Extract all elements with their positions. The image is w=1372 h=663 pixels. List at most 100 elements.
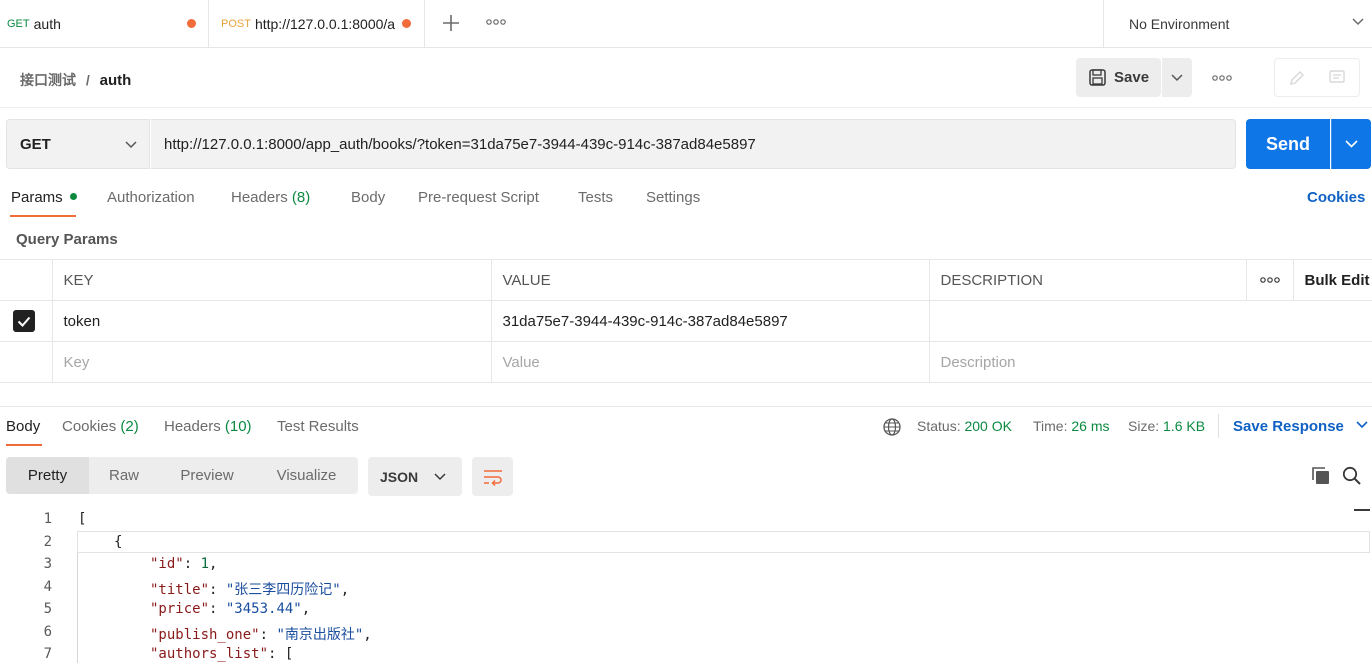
breadcrumb-collection[interactable]: 接口测试 bbox=[20, 72, 76, 88]
save-label: Save bbox=[1114, 69, 1150, 86]
cookies-link[interactable]: Cookies bbox=[1307, 189, 1365, 206]
headers-count: (10) bbox=[224, 418, 252, 435]
code-line: "price": "3453.44", bbox=[150, 601, 311, 617]
method-select[interactable]: GET bbox=[6, 119, 150, 169]
json-value: [ bbox=[284, 646, 294, 662]
line-number: 1 bbox=[43, 511, 52, 527]
url-input[interactable]: http://127.0.0.1:8000/app_auth/books/?to… bbox=[151, 119, 1236, 169]
save-button[interactable]: Save bbox=[1076, 58, 1161, 97]
column-description: DESCRIPTION bbox=[928, 259, 1247, 301]
globe-icon[interactable] bbox=[883, 418, 901, 436]
method-value: GET bbox=[20, 135, 51, 153]
query-params-title: Query Params bbox=[16, 231, 118, 248]
breadcrumb-separator: / bbox=[85, 72, 90, 88]
request-header: 接口测试 / auth Save bbox=[0, 48, 1372, 108]
code-line: "authors_list": [ bbox=[150, 646, 294, 662]
time-value: 26 ms bbox=[1071, 418, 1110, 434]
code-line: [ bbox=[78, 511, 87, 527]
column-options[interactable] bbox=[1245, 259, 1294, 301]
unsaved-dot-icon bbox=[402, 19, 411, 28]
more-options-icon[interactable] bbox=[1212, 74, 1232, 82]
table-header-row: KEY VALUE DESCRIPTION Bulk Edit bbox=[0, 259, 1372, 301]
response-tab-test-results[interactable]: Test Results bbox=[277, 418, 359, 435]
tab-headers[interactable]: Headers (8) bbox=[231, 189, 310, 206]
new-description-field[interactable]: Description bbox=[928, 341, 1372, 383]
status-label: Status: bbox=[917, 418, 961, 434]
tab-tests[interactable]: Tests bbox=[578, 189, 613, 206]
send-dropdown-button[interactable] bbox=[1331, 119, 1371, 169]
table-row-empty: Key Value Description bbox=[0, 341, 1372, 383]
bulk-edit-button[interactable]: Bulk Edit bbox=[1292, 259, 1372, 301]
view-mode-visualize[interactable]: Visualize bbox=[255, 457, 358, 494]
new-key-field[interactable]: Key bbox=[51, 341, 492, 383]
environment-label: No Environment bbox=[1129, 15, 1230, 32]
chevron-down-icon bbox=[1345, 140, 1358, 148]
code-line: { bbox=[114, 533, 123, 550]
active-tab-indicator bbox=[6, 444, 42, 446]
tab-settings[interactable]: Settings bbox=[646, 189, 700, 206]
send-button[interactable]: Send bbox=[1246, 119, 1330, 169]
json-key: "id" bbox=[150, 556, 184, 572]
tab-authorization[interactable]: Authorization bbox=[107, 189, 195, 206]
more-options-icon[interactable] bbox=[1247, 276, 1293, 284]
tab-params[interactable]: Params bbox=[11, 189, 77, 206]
more-tabs-icon[interactable] bbox=[486, 18, 506, 26]
param-value-field[interactable]: 31da75e7-3944-439c-914c-387ad84e5897 bbox=[490, 300, 930, 342]
divider bbox=[0, 406, 1372, 407]
line-number: 2 bbox=[43, 533, 52, 550]
tab-label: http://127.0.0.1:8000/a bbox=[254, 15, 395, 32]
chevron-down-icon bbox=[434, 473, 446, 481]
param-enabled-checkbox[interactable] bbox=[13, 310, 35, 332]
status-text: Status: 200 OK bbox=[917, 418, 1012, 434]
view-mode-preview[interactable]: Preview bbox=[159, 457, 255, 494]
param-description-field[interactable] bbox=[928, 300, 1372, 342]
environment-selector[interactable]: No Environment bbox=[1103, 0, 1372, 47]
size-label: Size: bbox=[1128, 418, 1160, 434]
current-line-highlight bbox=[77, 531, 1370, 553]
time-text: Time: 26 ms bbox=[1033, 418, 1110, 434]
chevron-down-icon bbox=[1356, 421, 1368, 429]
json-value: "3453.44" bbox=[225, 601, 302, 617]
json-value: "张三李四历险记" bbox=[225, 581, 341, 598]
tab-params-label: Params bbox=[11, 189, 63, 206]
line-number: 7 bbox=[43, 646, 52, 662]
response-tab-body[interactable]: Body bbox=[6, 418, 40, 435]
response-tab-headers[interactable]: Headers (10) bbox=[164, 418, 252, 435]
response-tab-cookies[interactable]: Cookies (2) bbox=[62, 418, 139, 435]
size-text: Size: 1.6 KB bbox=[1128, 418, 1205, 434]
comment-icon[interactable] bbox=[1328, 69, 1346, 87]
response-tab-cookies-label: Cookies bbox=[62, 418, 117, 435]
new-tab-plus-icon[interactable] bbox=[442, 14, 460, 32]
tab-body[interactable]: Body bbox=[351, 189, 385, 206]
active-dot-icon bbox=[69, 193, 77, 200]
scrollbar-thumb[interactable] bbox=[1354, 509, 1370, 511]
active-tab-indicator bbox=[10, 215, 76, 217]
line-number: 6 bbox=[43, 623, 52, 640]
view-mode-pretty[interactable]: Pretty bbox=[6, 457, 89, 494]
format-select[interactable]: JSON bbox=[368, 457, 462, 496]
json-key: "price" bbox=[150, 601, 210, 617]
edit-pencil-icon[interactable] bbox=[1288, 69, 1306, 87]
breadcrumb-request[interactable]: auth bbox=[100, 72, 132, 89]
method-label: GET bbox=[7, 17, 30, 30]
chevron-down-icon bbox=[125, 141, 137, 149]
tab-prerequest-script[interactable]: Pre-request Script bbox=[418, 189, 539, 206]
status-value: 200 OK bbox=[964, 418, 1012, 434]
wrap-lines-icon bbox=[483, 468, 503, 486]
save-response-button[interactable]: Save Response bbox=[1233, 418, 1368, 435]
column-key: KEY bbox=[51, 259, 492, 301]
request-tab-auth[interactable]: GET auth bbox=[0, 0, 209, 47]
search-icon[interactable] bbox=[1342, 466, 1361, 485]
save-dropdown-button[interactable] bbox=[1162, 58, 1192, 97]
param-key-field[interactable]: token bbox=[51, 300, 492, 342]
new-value-field[interactable]: Value bbox=[490, 341, 930, 383]
code-line: "publish_one": "南京出版社", bbox=[150, 626, 372, 643]
table-row: token 31da75e7-3944-439c-914c-387ad84e58… bbox=[0, 300, 1372, 342]
request-tab-post[interactable]: POST http://127.0.0.1:8000/a bbox=[214, 0, 425, 47]
json-key: "title" bbox=[150, 581, 210, 598]
view-mode-raw[interactable]: Raw bbox=[89, 457, 159, 494]
copy-icon[interactable] bbox=[1311, 466, 1330, 485]
line-number: 5 bbox=[43, 601, 52, 617]
wrap-lines-button[interactable] bbox=[472, 457, 513, 496]
format-value: JSON bbox=[380, 468, 419, 485]
